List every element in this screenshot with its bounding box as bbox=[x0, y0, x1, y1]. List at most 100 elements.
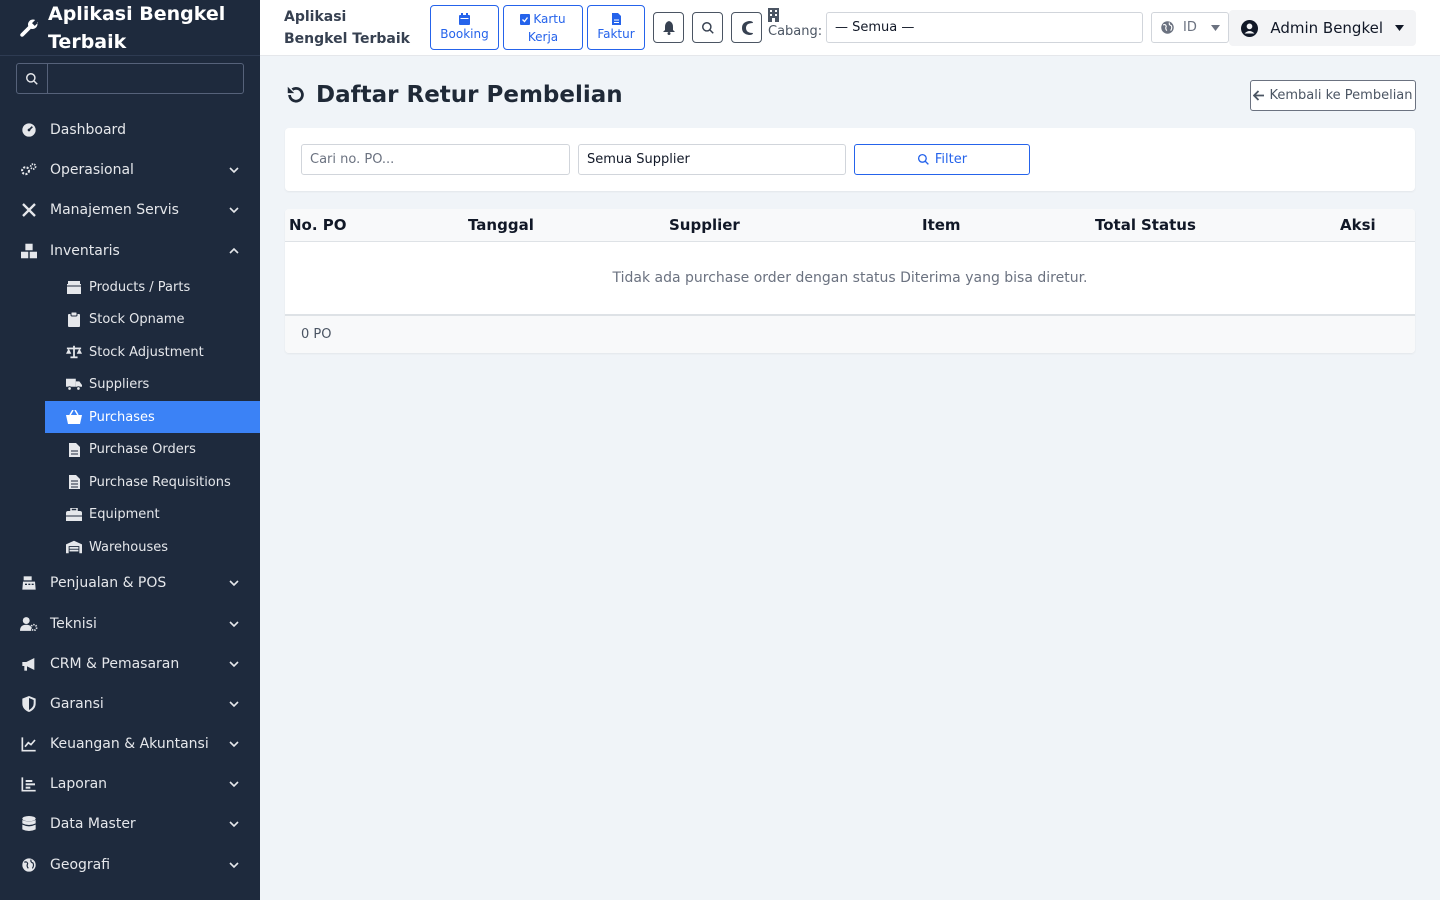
moon-icon bbox=[741, 20, 753, 35]
tools-icon bbox=[20, 201, 38, 219]
kartu-kerja-label-1: Kartu bbox=[533, 11, 566, 26]
topbar-app-name: Aplikasi Bengkel Terbaik bbox=[284, 9, 410, 47]
page-title-group: Daftar Retur Pembelian bbox=[285, 82, 623, 108]
column-header-supplier[interactable]: Supplier bbox=[669, 216, 740, 234]
sub-item-label: Purchase Requisitions bbox=[89, 474, 231, 490]
notifications-button[interactable] bbox=[653, 12, 684, 43]
caret-down-icon bbox=[1211, 24, 1220, 31]
sidebar-item-label: Data Master bbox=[50, 816, 136, 833]
sidebar-item-suppliers[interactable]: Suppliers bbox=[45, 368, 260, 401]
column-header-aksi: Aksi bbox=[1340, 216, 1376, 234]
sub-item-label: Purchases bbox=[89, 409, 155, 425]
sidebar-item-stock-opname[interactable]: Stock Opname bbox=[45, 303, 260, 336]
box-icon bbox=[66, 279, 82, 295]
back-to-purchases-button[interactable]: Kembali ke Pembelian bbox=[1250, 80, 1416, 111]
sub-item-label: Stock Adjustment bbox=[89, 344, 204, 360]
sidebar-item-products-parts[interactable]: Products / Parts bbox=[45, 271, 260, 304]
gears-icon bbox=[20, 161, 38, 179]
wrench-icon bbox=[20, 19, 38, 37]
sidebar-item-label: Garansi bbox=[50, 695, 104, 712]
sidebar-item-data-master[interactable]: Data Master bbox=[0, 804, 260, 844]
sidebar-item-stock-adjustment[interactable]: Stock Adjustment bbox=[45, 336, 260, 369]
globe-icon bbox=[20, 856, 38, 874]
topbar: Aplikasi Bengkel Terbaik Booking Kartu K… bbox=[260, 0, 1440, 56]
clipboard-check-icon bbox=[520, 13, 531, 25]
sidebar-item-geografi[interactable]: Geografi bbox=[0, 845, 260, 885]
sidebar-item-teknisi[interactable]: Teknisi bbox=[0, 603, 260, 643]
user-name: Admin Bengkel bbox=[1270, 19, 1383, 37]
arrow-left-icon bbox=[1253, 90, 1265, 101]
sidebar-item-label: Penjualan & POS bbox=[50, 575, 167, 592]
po-search-input[interactable] bbox=[301, 144, 570, 175]
column-header-tanggal[interactable]: Tanggal bbox=[468, 216, 534, 234]
sidebar-item-purchase-orders[interactable]: Purchase Orders bbox=[45, 433, 260, 466]
sidebar-item-manajemen-servis[interactable]: Manajemen Servis bbox=[0, 190, 260, 230]
sub-item-label: Equipment bbox=[89, 507, 160, 522]
filter-card: Semua Supplier Filter bbox=[285, 128, 1415, 191]
dark-mode-toggle[interactable] bbox=[731, 12, 762, 43]
language-value: ID bbox=[1183, 20, 1197, 35]
sub-item-label: Suppliers bbox=[89, 377, 150, 392]
search-icon bbox=[701, 21, 714, 34]
inventaris-submenu: Products / Parts Stock Opname Stock Adju… bbox=[0, 271, 260, 564]
column-header-total[interactable]: Total bbox=[1095, 216, 1136, 234]
boxes-icon bbox=[20, 242, 38, 260]
search-icon bbox=[917, 153, 929, 165]
chevron-down-icon bbox=[229, 580, 239, 587]
sidebar-item-purchases[interactable]: Purchases bbox=[45, 400, 260, 434]
cabang-label: Cabang: bbox=[768, 24, 823, 39]
chevron-up-icon bbox=[229, 247, 239, 254]
sidebar-item-operasional[interactable]: Operasional bbox=[0, 150, 260, 190]
sidebar-item-garansi[interactable]: Garansi bbox=[0, 684, 260, 724]
bell-icon bbox=[662, 20, 675, 35]
faktur-button[interactable]: Faktur bbox=[587, 5, 645, 50]
sidebar-item-warehouses[interactable]: Warehouses bbox=[45, 531, 260, 564]
sidebar-search-input[interactable] bbox=[48, 64, 243, 93]
cabang-select-value: — Semua — bbox=[835, 20, 915, 35]
sub-item-label: Products / Parts bbox=[89, 279, 191, 295]
sidebar-item-equipment[interactable]: Equipment bbox=[45, 498, 260, 531]
filter-button[interactable]: Filter bbox=[854, 144, 1030, 175]
sidebar-item-label: Geografi bbox=[50, 856, 111, 873]
sub-item-label: Stock Opname bbox=[89, 312, 185, 327]
user-gear-icon bbox=[20, 615, 38, 633]
file-invoice-icon bbox=[66, 442, 82, 458]
chevron-down-icon bbox=[229, 741, 239, 748]
cabang-select[interactable]: — Semua — bbox=[826, 12, 1143, 43]
sidebar-item-purchase-requisitions[interactable]: Purchase Requisitions bbox=[45, 466, 260, 499]
kartu-kerja-line1: Kartu bbox=[520, 10, 566, 28]
brand[interactable]: Aplikasi Bengkel Terbaik bbox=[0, 0, 260, 56]
user-menu[interactable]: Admin Bengkel bbox=[1229, 10, 1416, 46]
faktur-label: Faktur bbox=[597, 26, 635, 41]
file-list-icon bbox=[66, 474, 82, 490]
column-header-no-po[interactable]: No. PO bbox=[289, 216, 347, 234]
sidebar-item-label: Operasional bbox=[50, 162, 134, 179]
language-select[interactable]: ID bbox=[1151, 12, 1229, 43]
database-icon bbox=[20, 815, 38, 833]
column-header-item[interactable]: Item bbox=[922, 216, 961, 234]
shield-icon bbox=[20, 695, 38, 713]
chart-bars-icon bbox=[20, 775, 38, 793]
supplier-select[interactable]: Semua Supplier bbox=[578, 144, 846, 175]
kartu-kerja-button[interactable]: Kartu Kerja bbox=[503, 5, 583, 50]
globe-icon bbox=[1161, 21, 1174, 34]
sidebar-item-dashboard[interactable]: Dashboard bbox=[0, 110, 260, 150]
booking-button[interactable]: Booking bbox=[430, 5, 499, 50]
sidebar-item-crm-pemasaran[interactable]: CRM & Pemasaran bbox=[0, 644, 260, 684]
sidebar-item-laporan[interactable]: Laporan bbox=[0, 764, 260, 804]
sidebar-item-keuangan-akuntansi[interactable]: Keuangan & Akuntansi bbox=[0, 724, 260, 764]
sidebar-item-penjualan-pos[interactable]: Penjualan & POS bbox=[0, 563, 260, 603]
search-button[interactable] bbox=[692, 12, 723, 43]
empty-state-message: Tidak ada purchase order dengan status D… bbox=[285, 242, 1415, 315]
returns-table: No. PO Tanggal Supplier Item Total Statu… bbox=[285, 209, 1415, 353]
chevron-down-icon bbox=[229, 167, 239, 174]
chevron-down-icon bbox=[229, 207, 239, 214]
cash-register-icon bbox=[20, 574, 38, 592]
user-circle-icon bbox=[1241, 19, 1259, 37]
table-header: No. PO Tanggal Supplier Item Total Statu… bbox=[285, 209, 1415, 242]
sidebar-item-inventaris[interactable]: Inventaris bbox=[0, 231, 260, 271]
chevron-down-icon bbox=[229, 862, 239, 868]
sidebar-item-label: Manajemen Servis bbox=[50, 202, 179, 219]
booking-label: Booking bbox=[440, 26, 489, 41]
column-header-status[interactable]: Status bbox=[1141, 216, 1196, 234]
